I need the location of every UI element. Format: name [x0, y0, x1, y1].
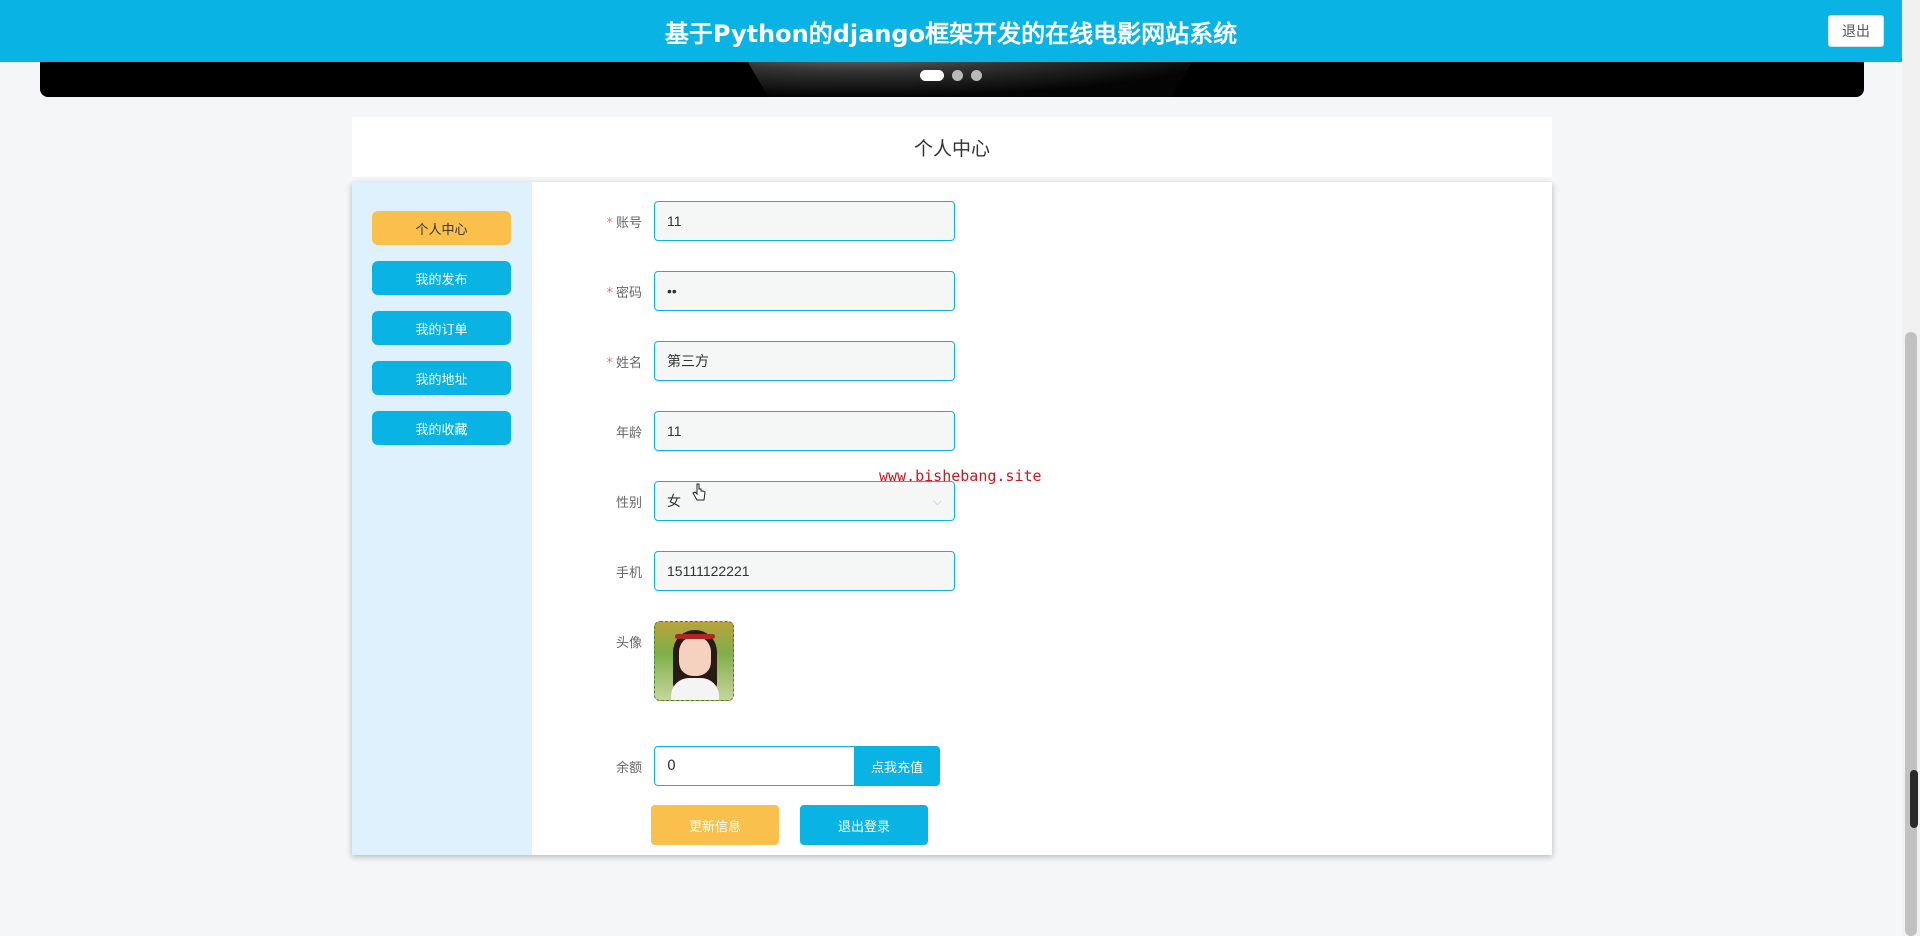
phone-input[interactable]: 15111122221: [654, 551, 955, 591]
required-mark: *: [606, 355, 613, 371]
gender-value: 女: [667, 493, 681, 509]
carousel-dots: [920, 70, 982, 81]
account-input[interactable]: 11: [654, 201, 955, 241]
account-label-text: 账号: [615, 215, 642, 231]
sidebar-item-profile[interactable]: 个人中心: [372, 211, 511, 245]
header-logout-button[interactable]: 退出: [1828, 15, 1884, 47]
page-scrollbar[interactable]: [1902, 0, 1920, 936]
page-title: 个人中心: [352, 117, 1552, 177]
form-row-name: * 姓名 第三方: [538, 341, 955, 381]
carousel-dot-1[interactable]: [920, 70, 944, 81]
avatar-label: 头像: [615, 636, 642, 651]
age-input[interactable]: 11: [654, 411, 955, 451]
password-input[interactable]: ••: [654, 271, 955, 311]
form-row-balance: 余额 0 点我充值: [538, 746, 940, 786]
avatar-headband: [675, 634, 715, 639]
profile-panel: 个人中心 我的发布 我的订单 我的地址 我的收藏 * 账号 11 * 密码 •• *…: [352, 182, 1552, 855]
name-label-text: 姓名: [615, 355, 642, 371]
carousel-dot-3[interactable]: [971, 70, 982, 81]
sidebar-item-my-orders[interactable]: 我的订单: [372, 311, 511, 345]
password-label: * 密码: [538, 282, 654, 301]
sidebar-item-my-favorites[interactable]: 我的收藏: [372, 411, 511, 445]
form-row-password: * 密码 ••: [538, 271, 955, 311]
avatar-body: [671, 678, 719, 700]
name-label: * 姓名: [538, 352, 654, 371]
form-row-gender: 性别 女 ⌵: [538, 481, 955, 521]
form-row-phone: 手机 15111122221: [538, 551, 955, 591]
scrollbar-thumb[interactable]: [1905, 332, 1917, 936]
site-title: 基于Python的django框架开发的在线电影网站系统: [664, 19, 1238, 48]
sidebar: 个人中心 我的发布 我的订单 我的地址 我的收藏: [352, 182, 532, 855]
sidebar-item-my-posts[interactable]: 我的发布: [372, 261, 511, 295]
form-row-account: * 账号 11: [538, 201, 955, 241]
hand-cursor-icon: [692, 483, 706, 501]
carousel-dot-2[interactable]: [952, 70, 963, 81]
form-row-age: 年龄 11: [538, 411, 955, 451]
balance-input[interactable]: 0: [654, 746, 854, 786]
account-label: * 账号: [538, 212, 654, 231]
form-row-avatar: 头像: [538, 621, 734, 701]
gender-label: 性别: [615, 495, 642, 511]
name-input[interactable]: 第三方: [654, 341, 955, 381]
age-label: 年龄: [615, 425, 642, 441]
watermark-text: www.bishebang.site: [879, 467, 1042, 485]
scroll-indicator: [1910, 770, 1918, 828]
update-info-button[interactable]: 更新信息: [651, 805, 779, 845]
phone-label: 手机: [615, 565, 642, 581]
recharge-button[interactable]: 点我充值: [854, 746, 940, 786]
balance-label: 余额: [615, 760, 642, 776]
top-header: 基于Python的django框架开发的在线电影网站系统 退出: [0, 0, 1902, 62]
required-mark: *: [606, 215, 613, 231]
password-label-text: 密码: [615, 285, 642, 301]
avatar-face: [679, 636, 711, 676]
sidebar-item-my-address[interactable]: 我的地址: [372, 361, 511, 395]
required-mark: *: [606, 285, 613, 301]
logout-button[interactable]: 退出登录: [800, 805, 928, 845]
chevron-down-icon: ⌵: [932, 493, 942, 508]
avatar-upload[interactable]: [654, 621, 734, 701]
